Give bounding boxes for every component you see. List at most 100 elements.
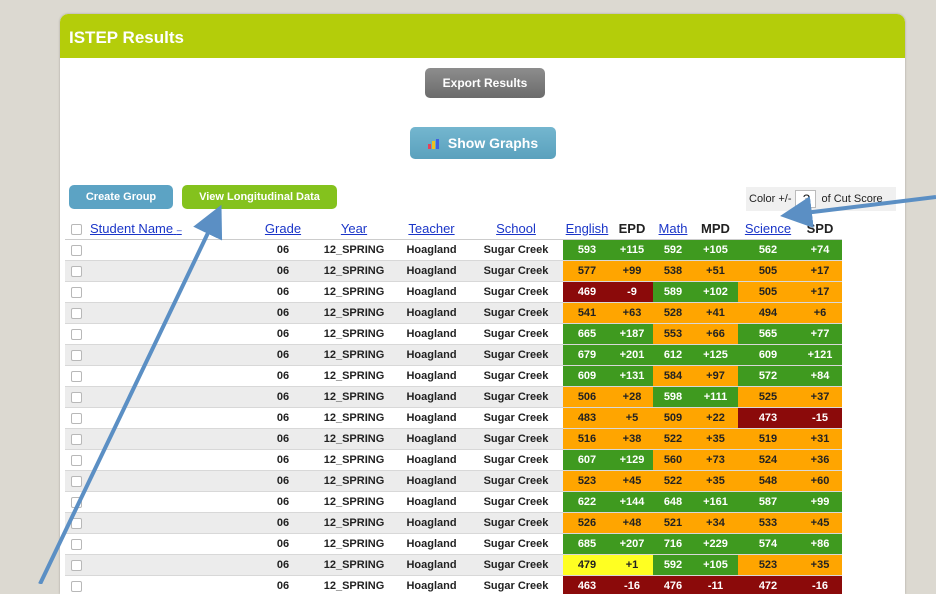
grade-cell: 06 (252, 282, 314, 303)
row-checkbox[interactable] (65, 450, 87, 471)
student-name-cell (87, 513, 252, 534)
student-name-cell (87, 576, 252, 594)
school-cell: Sugar Creek (469, 345, 563, 366)
row-checkbox[interactable] (65, 303, 87, 324)
epd-cell: +38 (611, 429, 653, 450)
row-checkbox[interactable] (65, 492, 87, 513)
row-checkbox[interactable] (65, 471, 87, 492)
grade-cell: 06 (252, 450, 314, 471)
checkbox-icon[interactable] (71, 413, 82, 424)
checkbox-icon[interactable] (71, 308, 82, 319)
checkbox-icon[interactable] (71, 539, 82, 550)
math-score-cell: 612 (653, 345, 693, 366)
row-checkbox[interactable] (65, 429, 87, 450)
column-header-year[interactable]: Year (314, 217, 394, 240)
school-cell: Sugar Creek (469, 303, 563, 324)
epd-cell: +144 (611, 492, 653, 513)
row-checkbox[interactable] (65, 261, 87, 282)
checkbox-icon[interactable] (71, 497, 82, 508)
column-header-school[interactable]: School (469, 217, 563, 240)
english-score-cell: 483 (563, 408, 611, 429)
checkbox-icon[interactable] (71, 560, 82, 571)
spd-cell: +37 (798, 387, 842, 408)
checkbox-icon[interactable] (71, 266, 82, 277)
english-score-cell: 593 (563, 240, 611, 261)
table-row: 0612_SPRINGHoaglandSugar Creek479+1592+1… (65, 555, 842, 576)
spd-cell: +17 (798, 282, 842, 303)
checkbox-icon[interactable] (71, 371, 82, 382)
year-cell: 12_SPRING (314, 282, 394, 303)
student-name-cell (87, 408, 252, 429)
table-row: 0612_SPRINGHoaglandSugar Creek523+45522+… (65, 471, 842, 492)
mpd-cell: +35 (693, 471, 738, 492)
row-checkbox[interactable] (65, 534, 87, 555)
istep-results-panel: ISTEP Results Export Results Show Graphs… (60, 14, 905, 594)
table-row: 0612_SPRINGHoaglandSugar Creek665+187553… (65, 324, 842, 345)
epd-cell: +129 (611, 450, 653, 471)
checkbox-icon[interactable] (71, 224, 82, 235)
column-header-grade[interactable]: Grade (252, 217, 314, 240)
column-header-science[interactable]: Science (738, 217, 798, 240)
row-checkbox[interactable] (65, 240, 87, 261)
row-checkbox[interactable] (65, 387, 87, 408)
row-checkbox[interactable] (65, 345, 87, 366)
science-score-cell: 533 (738, 513, 798, 534)
year-cell: 12_SPRING (314, 261, 394, 282)
column-header-math[interactable]: Math (653, 217, 693, 240)
spd-cell: +121 (798, 345, 842, 366)
create-group-button[interactable]: Create Group (69, 185, 173, 209)
year-cell: 12_SPRING (314, 366, 394, 387)
english-score-cell: 526 (563, 513, 611, 534)
checkbox-icon[interactable] (71, 434, 82, 445)
row-checkbox[interactable] (65, 408, 87, 429)
student-name-cell (87, 345, 252, 366)
school-cell: Sugar Creek (469, 534, 563, 555)
row-checkbox[interactable] (65, 282, 87, 303)
show-graphs-button[interactable]: Show Graphs (410, 127, 556, 159)
table-row: 0612_SPRINGHoaglandSugar Creek679+201612… (65, 345, 842, 366)
select-all-checkbox[interactable] (65, 217, 87, 240)
year-cell: 12_SPRING (314, 450, 394, 471)
english-score-cell: 479 (563, 555, 611, 576)
checkbox-icon[interactable] (71, 581, 82, 592)
view-longitudinal-data-button[interactable]: View Longitudinal Data (182, 185, 337, 209)
grade-cell: 06 (252, 408, 314, 429)
table-row: 0612_SPRINGHoaglandSugar Creek593+115592… (65, 240, 842, 261)
checkbox-icon[interactable] (71, 245, 82, 256)
mpd-cell: +22 (693, 408, 738, 429)
math-score-cell: 538 (653, 261, 693, 282)
english-score-cell: 622 (563, 492, 611, 513)
export-results-button[interactable]: Export Results (425, 68, 545, 98)
checkbox-icon[interactable] (71, 455, 82, 466)
grade-cell: 06 (252, 345, 314, 366)
checkbox-icon[interactable] (71, 518, 82, 529)
spd-cell: +35 (798, 555, 842, 576)
checkbox-icon[interactable] (71, 329, 82, 340)
table-row: 0612_SPRINGHoaglandSugar Creek607+129560… (65, 450, 842, 471)
english-score-cell: 607 (563, 450, 611, 471)
checkbox-icon[interactable] (71, 287, 82, 298)
row-checkbox[interactable] (65, 513, 87, 534)
row-checkbox[interactable] (65, 324, 87, 345)
row-checkbox[interactable] (65, 366, 87, 387)
column-header-student-name[interactable]: Student Name – (87, 217, 252, 240)
checkbox-icon[interactable] (71, 350, 82, 361)
table-header-row: Student Name – Grade Year Teacher School… (65, 217, 842, 240)
english-score-cell: 516 (563, 429, 611, 450)
math-score-cell: 528 (653, 303, 693, 324)
checkbox-icon[interactable] (71, 392, 82, 403)
column-header-teacher[interactable]: Teacher (394, 217, 469, 240)
student-name-cell (87, 282, 252, 303)
mpd-cell: +51 (693, 261, 738, 282)
school-cell: Sugar Creek (469, 282, 563, 303)
teacher-cell: Hoagland (394, 282, 469, 303)
checkbox-icon[interactable] (71, 476, 82, 487)
table-row: 0612_SPRINGHoaglandSugar Creek526+48521+… (65, 513, 842, 534)
school-cell: Sugar Creek (469, 555, 563, 576)
color-threshold-input[interactable]: 3 (795, 190, 816, 208)
row-checkbox[interactable] (65, 576, 87, 594)
column-header-english[interactable]: English (563, 217, 611, 240)
row-checkbox[interactable] (65, 555, 87, 576)
student-name-cell (87, 324, 252, 345)
english-score-cell: 685 (563, 534, 611, 555)
